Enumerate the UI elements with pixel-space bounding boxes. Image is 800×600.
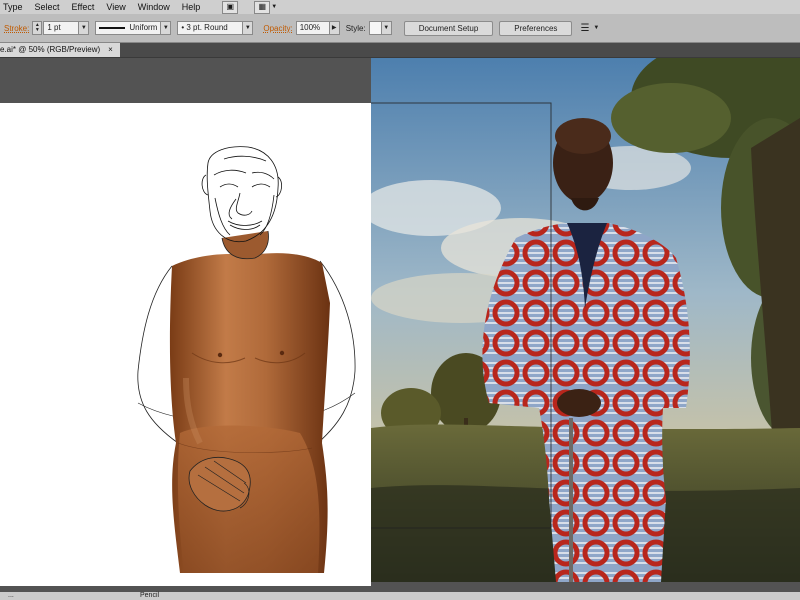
- document-tab-title: e.ai* @ 50% (RGB/Preview): [0, 45, 101, 54]
- chevron-down-icon[interactable]: ▼: [271, 4, 277, 10]
- stroke-label[interactable]: Stroke:: [4, 24, 29, 33]
- opacity-dropdown[interactable]: ▶: [329, 21, 340, 35]
- head-line-art: [201, 146, 282, 243]
- align-options-icon[interactable]: ☰: [580, 23, 589, 34]
- control-bar: Stroke: ▲ ▼ 1 pt ▼ Uniform ▼ • 3 pt. Roun…: [0, 14, 800, 43]
- opacity-label[interactable]: Opacity:: [263, 24, 292, 33]
- variable-width-profile[interactable]: Uniform: [95, 21, 162, 35]
- graphic-style-swatch[interactable]: [368, 21, 382, 35]
- profile-label: Uniform: [129, 23, 158, 32]
- canvas-workspace[interactable]: [0, 58, 800, 592]
- stroke-weight-dropdown[interactable]: ▼: [79, 21, 90, 35]
- artboard[interactable]: [0, 103, 371, 586]
- menu-help[interactable]: Help: [176, 0, 207, 14]
- style-label: Style:: [345, 23, 366, 33]
- bridge-icon[interactable]: ▣: [222, 0, 239, 14]
- zoom-field[interactable]: ...: [8, 592, 14, 600]
- close-icon[interactable]: ×: [108, 43, 113, 57]
- document-tab-bar: e.ai* @ 50% (RGB/Preview) ×: [0, 43, 800, 58]
- stroke-weight-field[interactable]: 1 pt: [43, 21, 80, 35]
- preferences-button[interactable]: Preferences: [499, 20, 573, 36]
- menu-view[interactable]: View: [100, 0, 131, 14]
- menu-type[interactable]: Type: [0, 0, 29, 14]
- arrange-documents-icon[interactable]: ▦: [254, 0, 271, 14]
- control-panel-menu-icon[interactable]: ▼: [593, 25, 599, 31]
- opacity-field[interactable]: 100%: [295, 21, 330, 35]
- stroke-line-icon: [99, 26, 126, 29]
- brush-label: 3 pt. Round: [186, 23, 228, 32]
- vector-drawing[interactable]: [0, 103, 371, 586]
- reference-photo[interactable]: [361, 58, 800, 582]
- brush-definition[interactable]: • 3 pt. Round: [177, 21, 244, 35]
- menu-window[interactable]: Window: [132, 0, 176, 14]
- portrait-painting: [361, 58, 800, 582]
- document-tab[interactable]: e.ai* @ 50% (RGB/Preview) ×: [0, 43, 120, 57]
- document-setup-button[interactable]: Document Setup: [403, 20, 494, 36]
- brush-dropdown[interactable]: ▼: [243, 21, 254, 35]
- menu-bar: Type Select Effect View Window Help ▣ ▦ …: [0, 0, 800, 14]
- status-bar: ... Pencil: [0, 592, 800, 600]
- status-tool-label: Pencil: [140, 592, 160, 599]
- profile-dropdown[interactable]: ▼: [161, 21, 172, 35]
- menu-effect[interactable]: Effect: [66, 0, 101, 14]
- stroke-weight-stepper[interactable]: ▲ ▼: [32, 21, 43, 35]
- style-dropdown[interactable]: ▼: [381, 21, 392, 35]
- menu-select[interactable]: Select: [29, 0, 66, 14]
